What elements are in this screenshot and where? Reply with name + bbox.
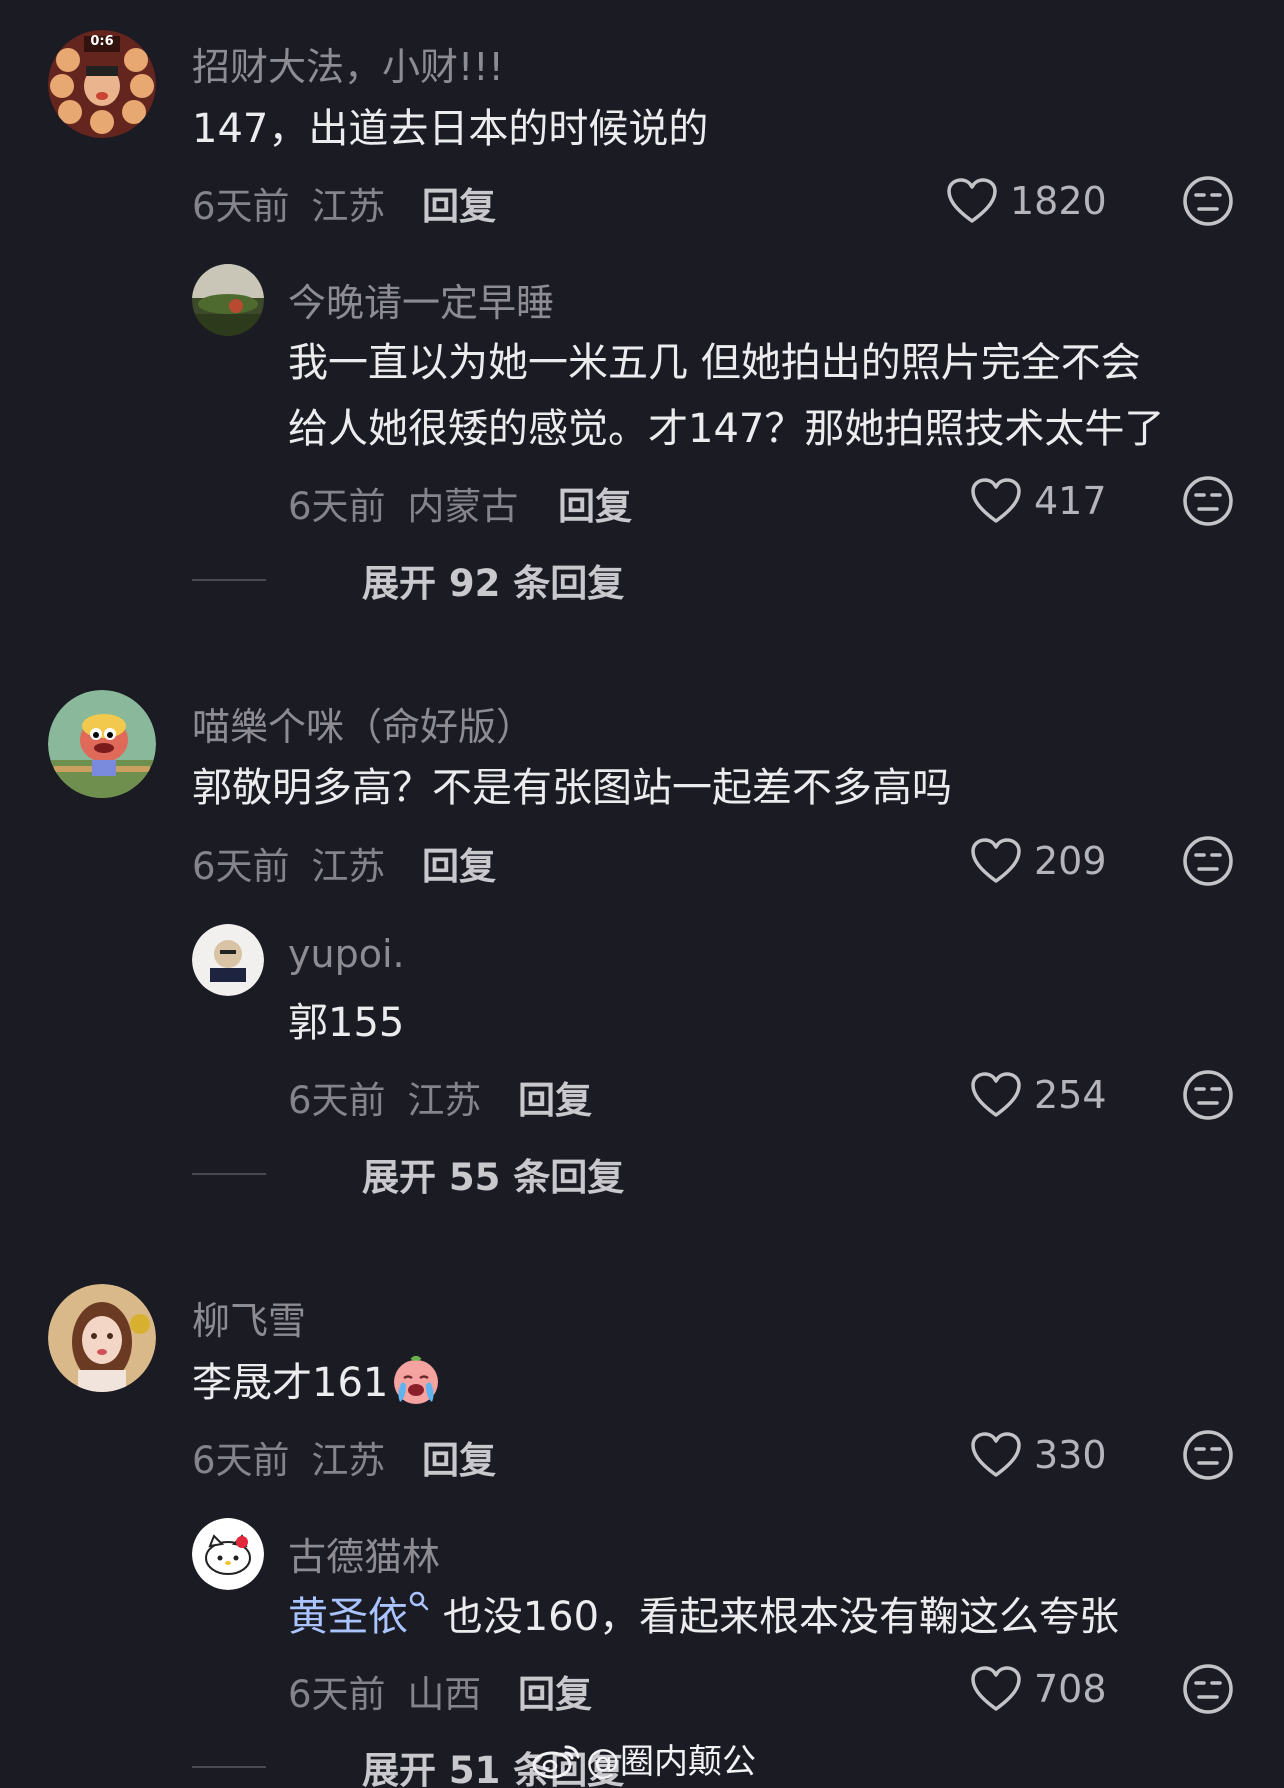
divider	[192, 1173, 266, 1175]
like-count: 417	[1034, 479, 1107, 523]
avatar[interactable]	[192, 1518, 264, 1590]
comment-text: 郭敬明多高？不是有张图站一起差不多高吗	[192, 765, 952, 811]
reply-button[interactable]: 回复	[518, 1070, 592, 1124]
divider	[192, 579, 266, 581]
reply-username[interactable]: yupoi.	[288, 932, 405, 976]
comment-list: 0:6 招财大法，小财!!! 147，出道去日本的时候说的 6天前 江苏 回复 …	[0, 0, 1284, 1788]
expand-replies-label: 展开 55 条回复	[362, 1156, 625, 1199]
reply-time: 6天前	[288, 1673, 386, 1716]
comment-time: 6天前	[192, 845, 290, 888]
like-button[interactable]: 330	[970, 1428, 1107, 1482]
expand-replies-button[interactable]: 展开 92 条回复	[192, 555, 624, 605]
avatar-badge: 0:6	[90, 34, 114, 49]
meh-face-icon[interactable]	[1182, 835, 1234, 887]
like-button[interactable]: 254	[970, 1068, 1107, 1122]
reply-text-line: 黄圣依 也没160，看起来根本没有鞠这么夸张	[288, 1584, 1119, 1651]
like-button[interactable]: 209	[970, 834, 1107, 888]
comment-username[interactable]: 招财大法，小财!!!	[192, 36, 504, 91]
like-count: 708	[1034, 1667, 1107, 1711]
comment-time: 6天前	[192, 1439, 290, 1482]
reply-button[interactable]: 回复	[558, 476, 632, 530]
mention-link[interactable]: 黄圣依	[288, 1594, 408, 1640]
reply-location: 山西	[407, 1673, 482, 1716]
reply-meta: 6天前 内蒙古	[288, 476, 518, 530]
reply-text-line: 我一直以为她一米五几 但她拍出的照片完全不会	[288, 340, 1141, 386]
reply-meta: 6天前 江苏	[288, 1070, 481, 1124]
like-count: 1820	[1010, 179, 1107, 223]
reply-text-body: 也没160，看起来根本没有鞠这么夸张	[430, 1594, 1120, 1640]
like-button[interactable]: 417	[970, 474, 1107, 528]
meh-face-icon[interactable]	[1182, 475, 1234, 527]
reply-meta: 6天前 山西	[288, 1664, 481, 1718]
reply-button[interactable]: 回复	[422, 176, 496, 230]
comment-text-body: 李晟才161	[192, 1360, 389, 1406]
comment-text: 147，出道去日本的时候说的	[192, 106, 709, 152]
like-button[interactable]: 1820	[946, 174, 1107, 228]
search-icon	[409, 1591, 429, 1611]
reply-time: 6天前	[288, 485, 386, 528]
comment-meta: 6天前 江苏	[192, 176, 385, 230]
avatar[interactable]: 0:6	[48, 30, 156, 138]
comment-username[interactable]: 喵樂个咪（命好版）	[192, 696, 534, 751]
meh-face-icon[interactable]	[1182, 1429, 1234, 1481]
like-count: 330	[1034, 1433, 1107, 1477]
heart-outline-icon	[971, 1072, 1021, 1117]
reply-text-line: 给人她很矮的感觉。才147？那她拍照技术太牛了	[288, 406, 1165, 452]
comment-meta: 6天前 江苏	[192, 1430, 385, 1484]
like-button[interactable]: 708	[970, 1662, 1107, 1716]
reply-button[interactable]: 回复	[518, 1664, 592, 1718]
reply-time: 6天前	[288, 1079, 386, 1122]
crying-face-emoji-icon	[394, 1356, 439, 1404]
avatar[interactable]	[192, 924, 264, 996]
reply-location: 内蒙古	[407, 485, 519, 528]
meh-face-icon[interactable]	[1182, 1069, 1234, 1121]
reply-location: 江苏	[407, 1079, 482, 1122]
comment-location: 江苏	[311, 845, 386, 888]
heart-outline-icon	[971, 1432, 1021, 1477]
avatar[interactable]	[192, 264, 264, 336]
weibo-logo-icon	[532, 1745, 580, 1778]
watermark-text: @圈内颠公	[586, 1742, 756, 1782]
like-count: 209	[1034, 839, 1107, 883]
divider	[192, 1766, 266, 1768]
heart-outline-icon	[971, 1666, 1021, 1711]
avatar[interactable]	[48, 690, 156, 798]
reply-username[interactable]: 今晚请一定早睡	[288, 272, 554, 327]
reply-button[interactable]: 回复	[422, 836, 496, 890]
comment-time: 6天前	[192, 185, 290, 228]
heart-outline-icon	[971, 478, 1021, 523]
reply-text-line: 郭155	[288, 1000, 405, 1046]
comment-meta: 6天前 江苏	[192, 836, 385, 890]
heart-outline-icon	[947, 178, 997, 223]
comment-location: 江苏	[311, 1439, 386, 1482]
comment-username[interactable]: 柳飞雪	[192, 1290, 306, 1345]
comment-location: 江苏	[311, 185, 386, 228]
avatar[interactable]	[48, 1284, 156, 1392]
comment-text: 李晟才161	[192, 1350, 442, 1417]
like-count: 254	[1034, 1073, 1107, 1117]
expand-replies-label: 展开 92 条回复	[362, 562, 625, 605]
meh-face-icon[interactable]	[1182, 175, 1234, 227]
meh-face-icon[interactable]	[1182, 1663, 1234, 1715]
heart-outline-icon	[971, 838, 1021, 883]
watermark: @圈内颠公	[532, 1734, 756, 1783]
expand-replies-button[interactable]: 展开 55 条回复	[192, 1149, 624, 1199]
reply-button[interactable]: 回复	[422, 1430, 496, 1484]
reply-username[interactable]: 古德猫林	[288, 1526, 440, 1581]
